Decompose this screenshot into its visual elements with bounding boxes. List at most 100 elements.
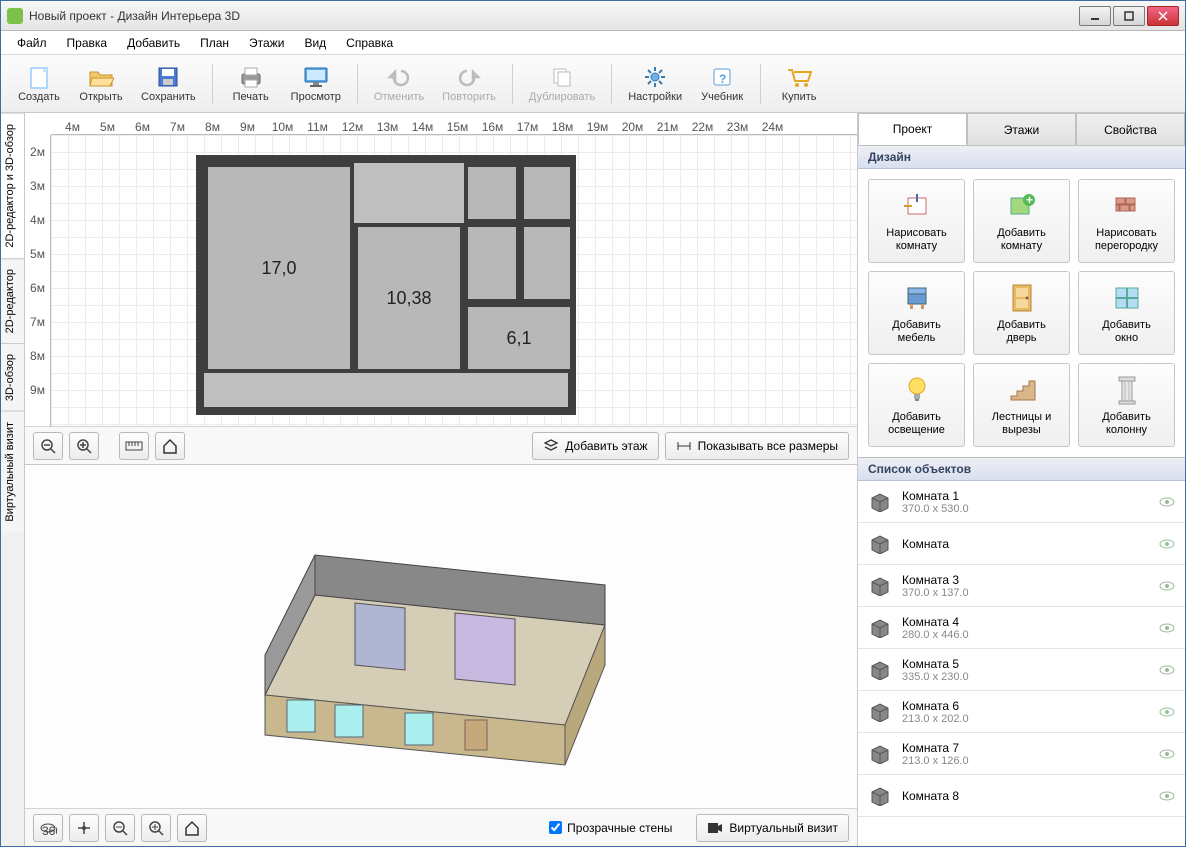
menu-item-2[interactable]: Добавить [119, 33, 188, 53]
buy-icon [785, 65, 813, 89]
menu-item-6[interactable]: Справка [338, 33, 401, 53]
tool-draw-wall[interactable]: Нарисоватьперегородку [1078, 179, 1175, 263]
objects-panel-header: Список объектов [858, 457, 1185, 481]
home-button[interactable] [155, 432, 185, 460]
tool-add-furn[interactable]: Добавитьмебель [868, 271, 965, 355]
minimize-button[interactable] [1079, 6, 1111, 26]
toolbar-help-button[interactable]: ?Учебник [694, 59, 750, 109]
cube-icon [868, 786, 892, 806]
toolbar-print-button[interactable]: Печать [223, 59, 279, 109]
toolbar-dup-button[interactable]: Дублировать [523, 59, 601, 109]
visibility-icon[interactable] [1159, 580, 1175, 592]
toolbar-buy-button[interactable]: Купить [771, 59, 827, 109]
editor-2d: 4м5м6м7м8м9м10м11м12м13м14м15м16м17м18м1… [25, 113, 857, 465]
zoom-out-3d-button[interactable] [105, 814, 135, 842]
visibility-icon[interactable] [1159, 748, 1175, 760]
layers-icon [543, 438, 559, 454]
ruler-horizontal: 4м5м6м7м8м9м10м11м12м13м14м15м16м17м18м1… [51, 113, 857, 135]
show-dims-button[interactable]: Показывать все размеры [665, 432, 849, 460]
tool-add-door[interactable]: Добавитьдверь [973, 271, 1070, 355]
right-tab-2[interactable]: Свойства [1076, 113, 1185, 145]
toolbar-save-button[interactable]: Сохранить [135, 59, 202, 109]
right-tab-1[interactable]: Этажи [967, 113, 1076, 145]
close-button[interactable] [1147, 6, 1179, 26]
room-3[interactable] [464, 163, 520, 223]
view-3d[interactable]: 360 Прозрачные стены Виртуальный визит [25, 465, 857, 846]
visibility-icon[interactable] [1159, 706, 1175, 718]
canvas-2d[interactable]: 17,010,386,1 [51, 135, 857, 426]
toolbar-open-button[interactable]: Открыть [73, 59, 129, 109]
left-tab-3[interactable]: Виртуальный визит [1, 411, 24, 532]
svg-text:+: + [1026, 193, 1033, 207]
orbit-button[interactable]: 360 [33, 814, 63, 842]
zoom-in-button[interactable] [69, 432, 99, 460]
menu-item-3[interactable]: План [192, 33, 237, 53]
object-row-2[interactable]: Комната 3370.0 x 137.0 [858, 565, 1185, 607]
tool-add-window[interactable]: Добавитьокно [1078, 271, 1175, 355]
add-floor-button[interactable]: Добавить этаж [532, 432, 658, 460]
toolbar-redo-button[interactable]: Повторить [436, 59, 502, 109]
zoom-in-3d-button[interactable] [141, 814, 171, 842]
left-tab-0[interactable]: 2D-редактор и 3D-обзор [1, 113, 24, 258]
transparent-walls-input[interactable] [549, 821, 562, 834]
zoom-out-button[interactable] [33, 432, 63, 460]
left-tab-1[interactable]: 2D-редактор [1, 258, 24, 343]
toolbar-create-button[interactable]: Создать [11, 59, 67, 109]
maximize-button[interactable] [1113, 6, 1145, 26]
cube-icon [868, 534, 892, 554]
toolbar-preview-button[interactable]: Просмотр [285, 59, 347, 109]
floor-plan[interactable]: 17,010,386,1 [196, 155, 576, 415]
window-title: Новый проект - Дизайн Интерьера 3D [29, 9, 1077, 23]
object-row-5[interactable]: Комната 6213.0 x 202.0 [858, 691, 1185, 733]
object-row-1[interactable]: Комната [858, 523, 1185, 565]
left-tab-2[interactable]: 3D-обзор [1, 343, 24, 411]
visibility-icon[interactable] [1159, 538, 1175, 550]
visibility-icon[interactable] [1159, 790, 1175, 802]
transparent-walls-checkbox[interactable]: Прозрачные стены [549, 821, 672, 835]
room-0[interactable]: 17,0 [204, 163, 354, 373]
help-icon: ? [708, 65, 736, 89]
room-1[interactable]: 10,38 [354, 223, 464, 373]
room-5[interactable] [464, 223, 520, 303]
room-6[interactable] [520, 223, 574, 303]
ruler-icon[interactable] [119, 432, 149, 460]
tool-draw-room[interactable]: Нарисоватькомнату [868, 179, 965, 263]
menu-item-1[interactable]: Правка [59, 33, 116, 53]
visibility-icon[interactable] [1159, 664, 1175, 676]
draw-wall-icon [1112, 189, 1142, 223]
menu-item-0[interactable]: Файл [9, 33, 55, 53]
camera-icon [707, 822, 723, 834]
tool-add-room[interactable]: +Добавитькомнату [973, 179, 1070, 263]
tool-add-column[interactable]: Добавитьколонну [1078, 363, 1175, 447]
object-row-4[interactable]: Комната 5335.0 x 230.0 [858, 649, 1185, 691]
toolbar-settings-button[interactable]: Настройки [622, 59, 688, 109]
visibility-icon[interactable] [1159, 496, 1175, 508]
toolbar-3d: 360 Прозрачные стены Виртуальный визит [25, 808, 857, 846]
add-column-icon [1115, 373, 1139, 407]
show-dims-label: Показывать все размеры [698, 439, 838, 453]
room-4[interactable] [520, 163, 574, 223]
menu-item-5[interactable]: Вид [296, 33, 334, 53]
visibility-icon[interactable] [1159, 622, 1175, 634]
object-row-6[interactable]: Комната 7213.0 x 126.0 [858, 733, 1185, 775]
add-window-icon [1112, 281, 1142, 315]
menu-item-4[interactable]: Этажи [241, 33, 292, 53]
tool-stairs[interactable]: Лестницы ивырезы [973, 363, 1070, 447]
virtual-visit-button[interactable]: Виртуальный визит [696, 814, 849, 842]
toolbar-undo-button[interactable]: Отменить [368, 59, 430, 109]
pan-button[interactable] [69, 814, 99, 842]
object-row-0[interactable]: Комната 1370.0 x 530.0 [858, 481, 1185, 523]
cube-icon [868, 492, 892, 512]
app-icon [7, 8, 23, 24]
object-row-7[interactable]: Комната 8 [858, 775, 1185, 817]
add-light-icon [904, 373, 930, 407]
home-3d-button[interactable] [177, 814, 207, 842]
right-tab-0[interactable]: Проект [858, 113, 967, 145]
object-row-3[interactable]: Комната 4280.0 x 446.0 [858, 607, 1185, 649]
model-3d [205, 495, 625, 785]
tool-add-light[interactable]: Добавитьосвещение [868, 363, 965, 447]
right-panel: ПроектЭтажиСвойства Дизайн Нарисоватьком… [857, 113, 1185, 846]
virtual-visit-label: Виртуальный визит [729, 821, 838, 835]
transparent-walls-label: Прозрачные стены [567, 821, 672, 835]
room-2[interactable]: 6,1 [464, 303, 574, 373]
